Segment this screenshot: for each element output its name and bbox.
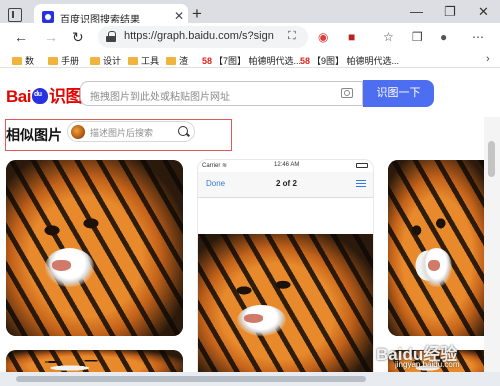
extension-1-icon[interactable]: ◉ [318, 30, 328, 44]
extension-2-icon[interactable]: ■ [348, 30, 355, 44]
describe-image-search-input[interactable]: 描述图片后搜索 [67, 121, 195, 142]
bookmark-folder[interactable]: 数 [12, 54, 34, 67]
collections-icon[interactable]: ❒ [412, 30, 423, 44]
url-text[interactable]: https://graph.baidu.com/s?sign... [124, 30, 274, 42]
minimize-button[interactable]: — [410, 4, 423, 19]
bookmark-folder[interactable]: 手册 [48, 54, 79, 67]
bookmark-folder[interactable]: 工具 [128, 54, 159, 67]
tiger-image [388, 160, 498, 336]
phone-nav-bar: Done 2 of 2 [198, 172, 373, 198]
profile-avatar-icon[interactable]: ● [440, 30, 447, 44]
vertical-scrollbar[interactable] [484, 117, 500, 376]
forward-button[interactable]: → [44, 29, 58, 45]
address-toolbar: ← → ↻ https://graph.baidu.com/s?sign... … [0, 23, 500, 51]
folder-icon [48, 57, 58, 65]
folder-icon [90, 57, 100, 65]
image-search-input[interactable]: 拖拽图片到此处或粘贴图片网址 [80, 81, 363, 106]
tiger-image [6, 160, 183, 336]
bookmark-folder[interactable]: 设计 [90, 54, 121, 67]
result-image-card[interactable] [388, 160, 498, 336]
baidu-favicon-icon [42, 11, 54, 23]
bookmarks-more-icon[interactable]: › [486, 53, 490, 65]
refresh-button[interactable]: ↻ [72, 29, 84, 45]
favorites-icon[interactable]: ☆ [383, 30, 394, 44]
image-search-button[interactable]: 识图一下 [363, 80, 434, 107]
paw-icon: du [31, 88, 48, 104]
tab-close-icon[interactable]: ✕ [174, 9, 184, 23]
bookmark-folder[interactable]: 渣 [166, 54, 188, 67]
horizontal-scroll-thumb[interactable] [16, 376, 366, 382]
reader-mode-icon[interactable]: ⛶ [288, 30, 296, 43]
new-tab-button[interactable]: + [192, 5, 202, 23]
phone-done-label: Done [206, 179, 226, 188]
baidu-logo[interactable]: Bai du 识图 [6, 82, 82, 107]
more-menu-icon[interactable]: ⋯ [472, 30, 484, 44]
folder-icon [166, 57, 176, 65]
bookmark-link[interactable]: 58 【9图】 帕德明代选... [300, 54, 399, 67]
close-window-button[interactable]: ✕ [478, 4, 489, 20]
phone-status-bar: Carrier ≋ 12:46 AM [198, 160, 373, 172]
describe-placeholder: 描述图片后搜索 [90, 128, 154, 138]
browser-window: 百度识图搜索结果 ✕ + — ❐ ✕ ← → ↻ https://graph.b… [0, 0, 500, 386]
list-icon [356, 180, 366, 187]
maximize-button[interactable]: ❐ [444, 4, 456, 20]
result-image-card[interactable]: Carrier ≋ 12:46 AM Done 2 of 2 [197, 159, 374, 374]
bookmarks-bar: 数 手册 设计 工具 渣 58 【7图】 帕德明代选... 58 【9图】 帕德明代… [0, 51, 500, 68]
phone-count-label: 2 of 2 [276, 179, 297, 188]
lock-icon[interactable] [106, 31, 116, 42]
vertical-scroll-thumb[interactable] [488, 141, 495, 177]
tab-actions-icon[interactable] [8, 8, 22, 22]
watermark-url: jingyan.baidu.com [395, 360, 460, 369]
folder-icon [12, 57, 22, 65]
tiger-image [198, 234, 373, 373]
search-placeholder: 拖拽图片到此处或粘贴图片网址 [90, 92, 230, 103]
search-icon[interactable] [178, 126, 188, 136]
folder-icon [128, 57, 138, 65]
address-bar[interactable]: https://graph.baidu.com/s?sign... ⛶ [98, 26, 308, 48]
similar-images-title: 相似图片 [6, 127, 62, 143]
bookmark-link[interactable]: 58 【7图】 帕德明代选... [202, 54, 301, 67]
query-image-thumbnail[interactable] [71, 125, 85, 139]
back-button[interactable]: ← [14, 29, 28, 45]
result-image-card[interactable] [6, 160, 183, 336]
camera-icon[interactable] [341, 88, 353, 98]
horizontal-scrollbar[interactable] [0, 372, 500, 386]
